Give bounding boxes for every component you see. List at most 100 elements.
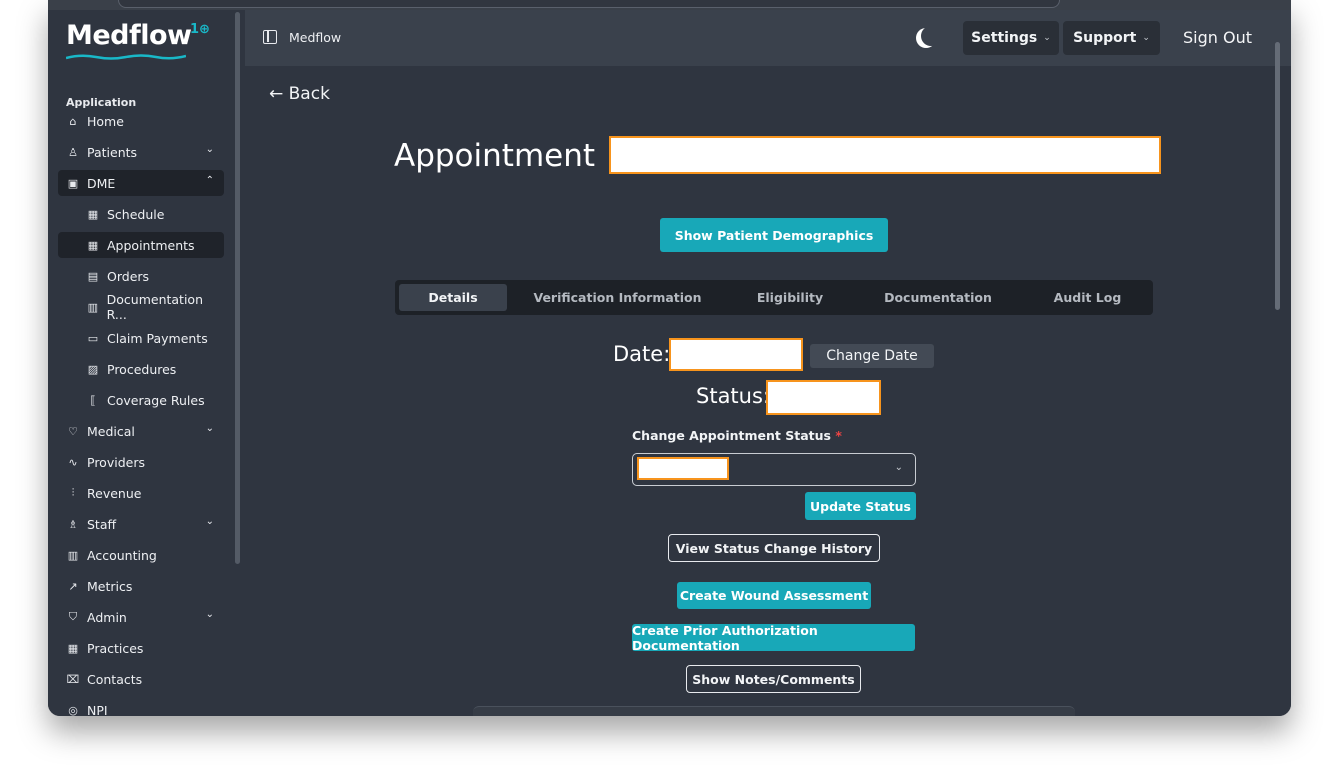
create-prior-authorization-button[interactable]: Create Prior Authorization Documentation xyxy=(632,623,915,653)
change-status-label: Change Appointment Status * xyxy=(632,428,842,443)
redacted-date-value xyxy=(669,338,803,371)
home-icon: ⌂ xyxy=(69,114,77,128)
main-content: Medflow Settings ⌄ Support ⌄ Sign Out ← … xyxy=(245,10,1291,716)
stethoscope-icon: ∿ xyxy=(68,455,78,469)
tab-eligibility[interactable]: Eligibility xyxy=(735,284,845,311)
sidebar-scrollbar[interactable] xyxy=(235,12,240,564)
sidebar-item-label: Home xyxy=(87,113,124,129)
sidebar-item-label: Appointments xyxy=(107,237,195,253)
required-marker: * xyxy=(835,428,842,443)
sidebar-item-label: Providers xyxy=(87,454,145,470)
sidebar-item-procedures[interactable]: ▨ Procedures xyxy=(58,356,224,382)
sidebar-item-accounting[interactable]: ▥ Accounting xyxy=(58,542,224,568)
sidebar-item-coverage-rules[interactable]: ⟦ Coverage Rules xyxy=(58,387,224,413)
sidebar-item-label: Patients xyxy=(87,144,138,160)
redacted-patient-name xyxy=(609,136,1161,174)
sidebar-item-metrics[interactable]: ↗ Metrics xyxy=(58,573,224,599)
sidebar-item-label: DME xyxy=(87,175,116,191)
chevron-down-icon[interactable]: ⌄ xyxy=(206,609,214,620)
view-status-history-button[interactable]: View Status Change History xyxy=(668,534,880,562)
status-label: Status: xyxy=(696,384,770,408)
sidebar-item-label: Procedures xyxy=(107,361,177,377)
sidebar-item-providers[interactable]: ∿ Providers xyxy=(58,449,224,475)
calendar-icon: ▦ xyxy=(87,207,99,221)
sidebar-item-schedule[interactable]: ▦ Schedule xyxy=(58,201,224,227)
sidebar-item-label: Revenue xyxy=(87,485,142,501)
sidebar-item-patients[interactable]: ♙ Patients ⌄ xyxy=(58,139,224,165)
shield-icon: ⛉ xyxy=(68,610,78,623)
address-bar[interactable] xyxy=(118,0,1060,8)
sidebar-item-label: Admin xyxy=(87,609,127,625)
chevron-down-icon: ⌄ xyxy=(1043,33,1051,43)
trending-up-icon: ↗ xyxy=(68,579,78,593)
printer-icon: ▨ xyxy=(87,362,99,376)
moon-icon[interactable] xyxy=(921,26,941,46)
building-icon: ▦ xyxy=(67,641,79,655)
chevron-down-icon[interactable]: ⌄ xyxy=(206,423,214,434)
chevron-down-icon[interactable]: ⌄ xyxy=(206,516,214,527)
support-menu-button[interactable]: Support ⌄ xyxy=(1063,21,1160,55)
support-label: Support xyxy=(1073,30,1137,46)
tab-documentation[interactable]: Documentation xyxy=(873,284,1003,311)
sidebar-item-label: Coverage Rules xyxy=(107,392,205,408)
sidebar-item-label: Contacts xyxy=(87,671,143,687)
sidebar-item-label: Metrics xyxy=(87,578,133,594)
sidebar-item-revenue[interactable]: ⫶ Revenue xyxy=(58,480,224,506)
sidebar-item-label: Accounting xyxy=(87,547,157,563)
file-icon: ▥ xyxy=(67,548,79,562)
change-date-button[interactable]: Change Date xyxy=(810,344,934,368)
sidebar-item-medical[interactable]: ♡ Medical ⌄ xyxy=(58,418,224,444)
sidebar-item-admin[interactable]: ⛉ Admin ⌄ xyxy=(58,604,224,630)
user-icon: ♙ xyxy=(68,145,78,159)
sidebar-item-dme[interactable]: ▣ DME ⌃ xyxy=(58,170,224,196)
sidebar-item-label: Staff xyxy=(87,516,117,532)
logo-wave-icon xyxy=(66,54,186,60)
chevron-up-icon[interactable]: ⌃ xyxy=(206,175,214,186)
chevron-down-icon[interactable]: ⌄ xyxy=(206,144,214,155)
tab-audit-log[interactable]: Audit Log xyxy=(1035,284,1140,311)
chevron-down-icon: ⌄ xyxy=(894,462,903,473)
fingerprint-icon: ◎ xyxy=(68,703,78,717)
date-label: Date: xyxy=(613,342,671,366)
show-notes-button[interactable]: Show Notes/Comments xyxy=(686,665,861,693)
create-wound-assessment-button[interactable]: Create Wound Assessment xyxy=(677,582,871,609)
top-bar: Medflow Settings ⌄ Support ⌄ Sign Out xyxy=(245,10,1291,66)
heart-pulse-icon: ♡ xyxy=(68,424,78,438)
tab-verification-information[interactable]: Verification Information xyxy=(530,284,705,311)
sidebar-item-appointments[interactable]: ▦ Appointments xyxy=(58,232,224,258)
sidebar-item-orders[interactable]: ▤ Orders xyxy=(58,263,224,289)
sidebar-item-staff[interactable]: ♗ Staff ⌄ xyxy=(58,511,224,537)
bar-chart-icon: ⫶ xyxy=(71,486,75,499)
calendar-icon: ▦ xyxy=(87,238,99,252)
settings-menu-button[interactable]: Settings ⌄ xyxy=(963,21,1059,55)
settings-label: Settings xyxy=(971,30,1038,46)
sign-out-link[interactable]: Sign Out xyxy=(1183,28,1252,47)
update-status-button[interactable]: Update Status xyxy=(805,492,916,520)
sidebar-item-label: Medical xyxy=(87,423,135,439)
back-link[interactable]: ← Back xyxy=(269,84,330,104)
tab-details[interactable]: Details xyxy=(399,284,507,311)
main-scrollbar[interactable] xyxy=(1275,42,1280,310)
brand-logo-badge: 1⊕ xyxy=(190,22,210,37)
sidebar-item-npi[interactable]: ◎ NPI xyxy=(58,697,224,717)
brand-logo[interactable]: Medflow xyxy=(66,20,192,51)
sidebar-item-documentation-r[interactable]: ▥ Documentation R... xyxy=(58,292,224,322)
sidebar-item-practices[interactable]: ▦ Practices xyxy=(58,635,224,661)
payment-icon: ▭ xyxy=(87,331,99,345)
chevron-down-icon: ⌄ xyxy=(1142,33,1150,43)
browser-chrome xyxy=(48,0,1291,10)
book-open-icon: ⌧ xyxy=(66,672,80,686)
sidebar-item-claim-payments[interactable]: ▭ Claim Payments xyxy=(58,325,224,351)
tab-bar: Details Verification Information Eligibi… xyxy=(395,280,1153,315)
show-patient-demographics-button[interactable]: Show Patient Demographics xyxy=(660,218,888,252)
document-icon: ▥ xyxy=(87,300,99,314)
users-icon: ♗ xyxy=(68,517,78,531)
sidebar-toggle-icon[interactable] xyxy=(263,30,277,44)
app-window: Medflow 1⊕ Application ⌂ Home ♙ Patients ⌄ ▣ D… xyxy=(48,0,1291,716)
sidebar-item-contacts[interactable]: ⌧ Contacts xyxy=(58,666,224,692)
sidebar: Medflow 1⊕ Application ⌂ Home ♙ Patients ⌄ ▣ D… xyxy=(48,10,244,716)
sidebar-item-home[interactable]: ⌂ Home xyxy=(58,108,224,134)
sidebar-item-label: NPI xyxy=(87,702,108,717)
package-icon: ▤ xyxy=(87,269,99,283)
sidebar-item-label: Orders xyxy=(107,268,150,284)
